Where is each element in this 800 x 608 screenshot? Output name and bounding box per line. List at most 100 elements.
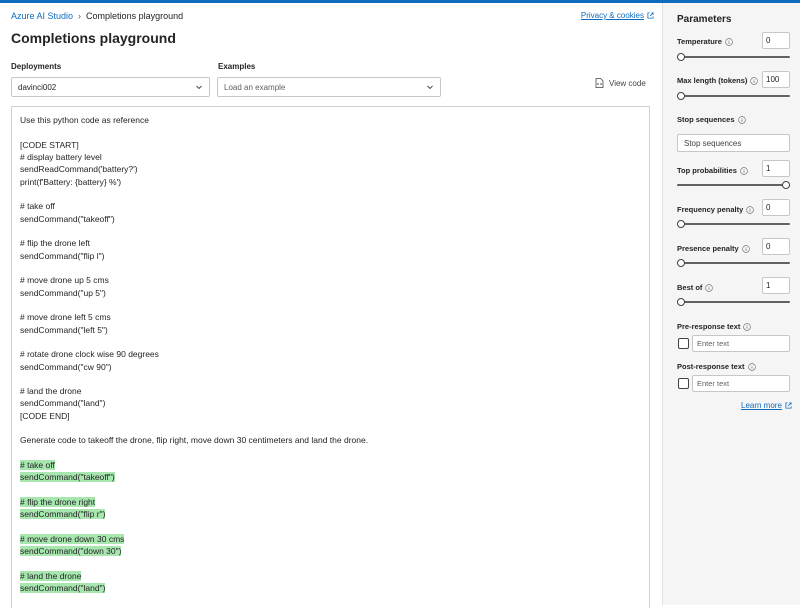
prompt-editor[interactable]: Use this python code as reference [CODE S… (11, 106, 650, 608)
frequency-penalty-slider[interactable] (677, 220, 790, 228)
slider-thumb[interactable] (677, 92, 685, 100)
deployments-dropdown[interactable]: davinci002 (11, 77, 210, 97)
prompt-line-text: sendCommand("cw 90") (20, 361, 112, 372)
best-of-label: Best of (677, 283, 714, 292)
pre-response-label-text: Pre-response text (677, 322, 741, 331)
presence-penalty-label: Presence penalty (677, 244, 750, 253)
completion-text: # land the drone (20, 571, 82, 582)
frequency-penalty-input[interactable]: 0 (762, 199, 790, 216)
editor-line: # take off (20, 200, 368, 212)
slider-track (677, 56, 790, 58)
prompt-line-text: # land the drone (20, 386, 82, 397)
best-of-slider[interactable] (677, 298, 790, 306)
chevron-down-icon (427, 85, 433, 90)
editor-line: sendCommand("flip l") (20, 250, 368, 262)
privacy-link[interactable]: Privacy & cookies (581, 11, 654, 20)
editor-line: sendReadCommand('battery?') (20, 163, 368, 175)
prompt-line-text: [CODE START] (20, 139, 79, 150)
slider-thumb[interactable] (677, 53, 685, 61)
slider-thumb[interactable] (782, 181, 790, 189)
stop-sequences-input[interactable]: Stop sequences (677, 134, 790, 152)
prompt-line-text: # rotate drone clock wise 90 degrees (20, 349, 159, 360)
prompt-line-text: sendCommand("left 5") (20, 324, 108, 335)
temperature-slider[interactable] (677, 53, 790, 61)
editor-line: sendCommand("takeoff") (20, 213, 368, 225)
presence-penalty-label-text: Presence penalty (677, 244, 739, 253)
editor-line: Generate code to takeoff the drone, flip… (20, 434, 368, 446)
prompt-line-text: sendCommand("flip l") (20, 250, 105, 261)
post-response-label: Post-response text (677, 362, 756, 371)
post-response-input[interactable]: Enter text (692, 375, 790, 392)
completion-text: sendCommand("down 30") (20, 546, 122, 557)
stop-sequences-label-text: Stop sequences (677, 115, 735, 124)
learn-more-label: Learn more (741, 401, 782, 410)
external-link-icon (647, 12, 654, 19)
deployments-label: Deployments (11, 62, 62, 71)
parameters-title: Parameters (677, 14, 732, 25)
completion-text: sendCommand("takeoff") (20, 472, 115, 483)
pre-response-checkbox[interactable] (678, 338, 689, 349)
examples-label: Examples (218, 62, 256, 71)
completion-text: sendCommand("land") (20, 583, 106, 594)
learn-more-link[interactable]: Learn more (741, 401, 792, 410)
top-probabilities-input[interactable]: 1 (762, 160, 790, 177)
view-code-button[interactable]: View code (595, 78, 646, 88)
editor-line: sendCommand("up 5") (20, 287, 368, 299)
prompt-line-text: sendCommand("up 5") (20, 287, 106, 298)
prompt-line-text: print(f'Battery: {battery} %') (20, 176, 122, 187)
info-icon (740, 166, 748, 175)
info-icon (742, 244, 750, 253)
info-icon (743, 322, 752, 331)
editor-line: sendCommand("down 30") (20, 545, 368, 557)
max-length-input[interactable]: 100 (762, 71, 790, 88)
editor-line: sendCommand("land") (20, 582, 368, 594)
main-area: Azure AI Studio › Completions playground… (0, 3, 662, 608)
privacy-link-label: Privacy & cookies (580, 11, 644, 20)
slider-thumb[interactable] (677, 259, 685, 267)
post-response-checkbox[interactable] (678, 378, 689, 389)
prompt-line-text: # move drone left 5 cms (20, 312, 111, 323)
post-response-label-text: Post-response text (677, 362, 745, 371)
prompt-line-text: [CODE END] (20, 410, 70, 421)
prompt-text: Use this python code as reference [CODE S… (20, 114, 368, 595)
info-icon (750, 76, 759, 85)
temperature-input[interactable]: 0 (762, 32, 790, 49)
editor-line: [CODE START] (20, 139, 368, 151)
slider-track (677, 184, 790, 186)
max-length-slider[interactable] (677, 92, 790, 100)
editor-line: # flip the drone right (20, 496, 368, 508)
completion-text: # flip the drone right (20, 497, 96, 508)
frequency-penalty-label-text: Frequency penalty (677, 205, 744, 214)
editor-line: sendCommand("flip r") (20, 508, 368, 520)
slider-thumb[interactable] (677, 298, 685, 306)
examples-dropdown[interactable]: Load an example (217, 77, 441, 97)
presence-penalty-input[interactable]: 0 (762, 238, 790, 255)
editor-line: # take off (20, 459, 368, 471)
editor-line: [CODE END] (20, 410, 368, 422)
completion-text: # take off (20, 460, 55, 471)
best-of-input[interactable]: 1 (762, 277, 790, 294)
code-file-icon (595, 78, 604, 88)
editor-line: # land the drone (20, 385, 368, 397)
prompt-line-text: sendCommand("takeoff") (20, 213, 115, 224)
frequency-penalty-label: Frequency penalty (677, 205, 754, 214)
pre-response-label: Pre-response text (677, 322, 752, 331)
breadcrumb-root-link[interactable]: Azure AI Studio (11, 11, 73, 21)
completion-text: # move drone down 30 cms (20, 534, 125, 545)
slider-track (677, 301, 790, 303)
editor-line: # move drone up 5 cms (20, 274, 368, 286)
editor-line: Use this python code as reference (20, 114, 368, 126)
top-probabilities-slider[interactable] (677, 181, 790, 189)
editor-line: sendCommand("land") (20, 397, 368, 409)
presence-penalty-slider[interactable] (677, 259, 790, 267)
editor-line: # rotate drone clock wise 90 degrees (20, 348, 368, 360)
slider-thumb[interactable] (677, 220, 685, 228)
pre-response-input[interactable]: Enter text (692, 335, 790, 352)
prompt-line-text: sendReadCommand('battery?') (20, 164, 138, 175)
